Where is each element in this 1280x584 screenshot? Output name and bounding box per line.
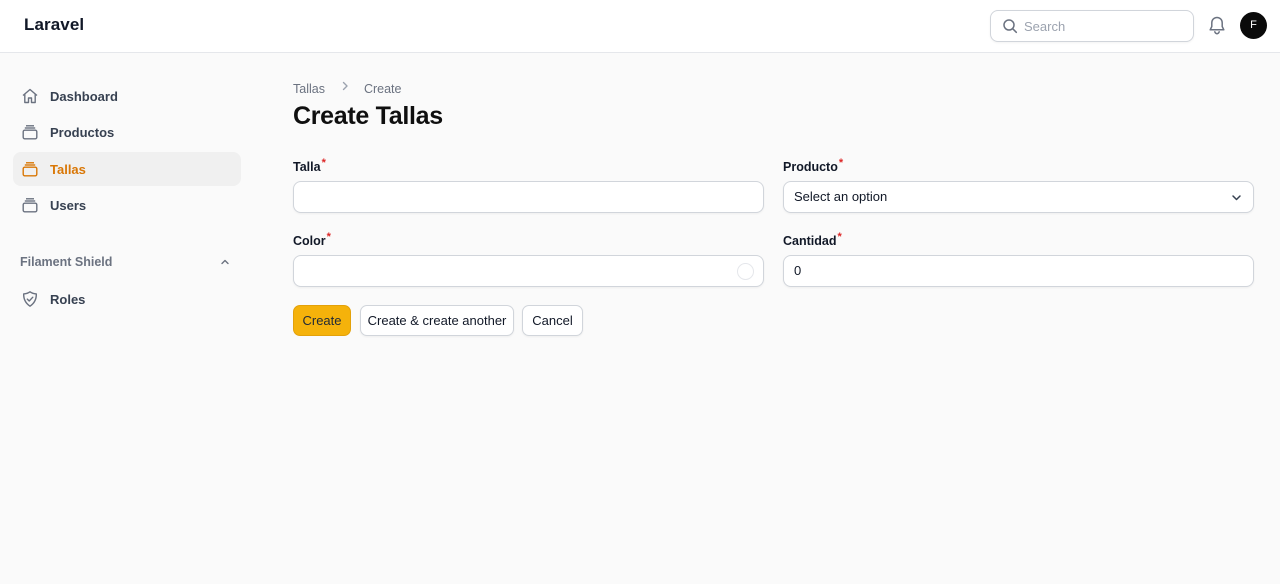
talla-field[interactable] (293, 181, 764, 213)
sidebar-item-label: Tallas (50, 162, 86, 177)
producto-selected-value: Select an option (794, 189, 888, 204)
talla-label: Talla* (293, 157, 326, 174)
sidebar-item-users[interactable]: Users (13, 188, 241, 222)
breadcrumb-link-tallas[interactable]: Tallas (293, 82, 325, 96)
top-bar: Laravel F (0, 0, 1280, 53)
create-another-button[interactable]: Create & create another (360, 305, 514, 336)
required-marker: * (838, 157, 844, 169)
collection-icon (22, 125, 38, 140)
user-avatar[interactable]: F (1240, 12, 1267, 39)
search-input[interactable] (1024, 11, 1184, 41)
chevron-up-icon[interactable] (219, 256, 231, 268)
sidebar-item-label: Roles (50, 292, 86, 307)
global-search[interactable] (990, 10, 1194, 42)
sidebar-item-tallas[interactable]: Tallas (13, 152, 241, 186)
chevron-down-icon (1232, 195, 1241, 201)
nav-group-label: Filament Shield (20, 255, 113, 269)
sidebar-item-roles[interactable]: Roles (13, 282, 241, 316)
bell-icon[interactable] (1207, 15, 1227, 37)
sidebar-item-label: Productos (50, 125, 115, 140)
color-field[interactable] (293, 255, 764, 287)
sidebar-item-dashboard[interactable]: Dashboard (13, 79, 241, 113)
talla-input[interactable] (304, 182, 754, 212)
sidebar: Dashboard Productos Tallas Users Filamen… (0, 53, 256, 584)
required-marker: * (326, 231, 331, 243)
page-title: Create Tallas (293, 102, 443, 130)
brand-logo[interactable]: Laravel (24, 15, 84, 35)
sidebar-item-label: Users (50, 198, 87, 213)
breadcrumb-current: Create (363, 81, 402, 96)
color-swatch[interactable] (737, 263, 754, 280)
create-button[interactable]: Create (293, 305, 351, 336)
color-label: Color* (293, 231, 331, 248)
cancel-button[interactable]: Cancel (522, 305, 583, 336)
sidebar-item-productos[interactable]: Productos (13, 115, 241, 149)
producto-label: Producto* (783, 157, 844, 174)
sidebar-item-label: Dashboard (50, 89, 118, 104)
search-icon (1003, 19, 1018, 34)
shield-check-icon (22, 291, 38, 307)
cantidad-field[interactable] (783, 255, 1254, 287)
cantidad-label: Cantidad* (783, 231, 842, 248)
home-icon (22, 88, 38, 104)
color-input[interactable] (304, 256, 724, 286)
required-marker: * (321, 157, 326, 169)
collection-icon (22, 198, 38, 213)
breadcrumb: Tallas Create (293, 80, 401, 96)
producto-select[interactable]: Select an option (783, 181, 1254, 213)
collection-icon (22, 162, 38, 177)
required-marker: * (837, 231, 842, 243)
chevron-right-icon (343, 81, 349, 91)
cantidad-input[interactable] (794, 256, 1244, 286)
